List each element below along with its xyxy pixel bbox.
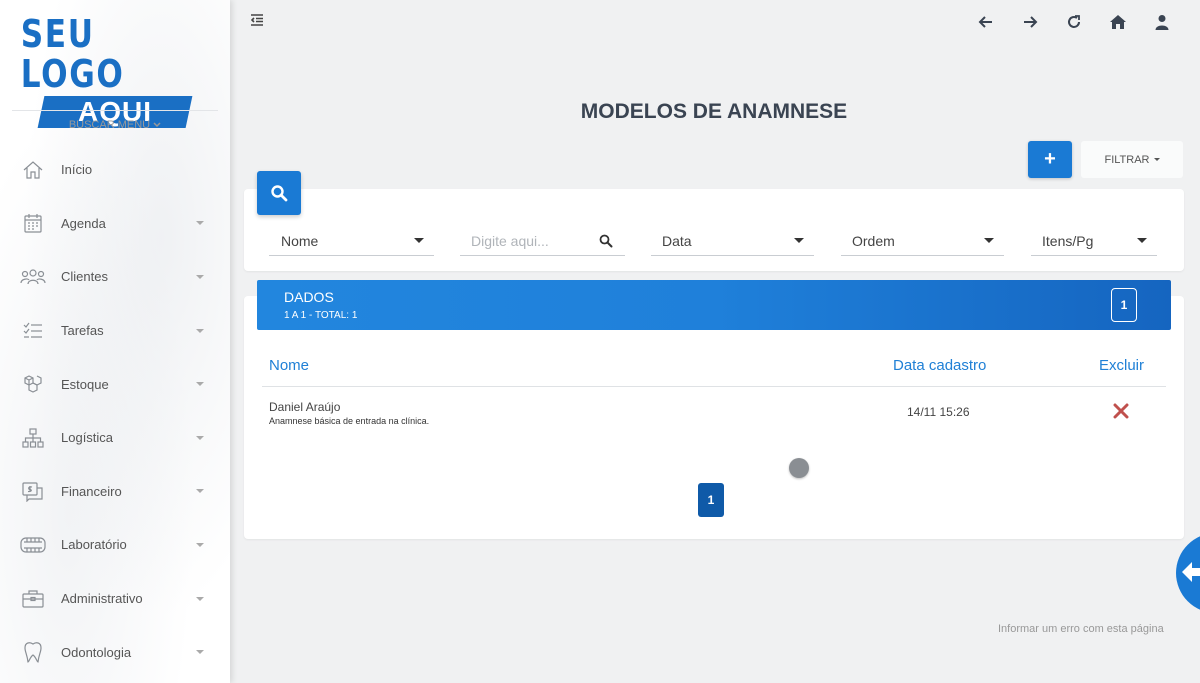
tasks-icon — [20, 318, 46, 344]
row-date: 14/11 15:26 — [907, 405, 970, 419]
logo[interactable]: SEU LOGO AQUI — [0, 0, 230, 128]
sidebar-item-estoque[interactable]: Estoque — [0, 357, 230, 411]
search-input[interactable]: Digite aqui... — [460, 226, 625, 256]
sidebar-item-label: Agenda — [61, 215, 106, 231]
divider — [262, 386, 1166, 387]
sidebar-item-clientes[interactable]: Clientes — [0, 250, 230, 304]
users-icon — [20, 264, 46, 290]
caret-down-icon — [196, 221, 204, 226]
caret-down-icon — [196, 650, 204, 655]
home-icon[interactable] — [1106, 10, 1130, 34]
row-description: Anamnese básica de entrada na clínica. — [269, 416, 430, 426]
sidebar-item-label: Início — [61, 162, 93, 178]
sidebar-item-financeiro[interactable]: Financeiro — [0, 465, 230, 519]
sidebar-item-label: Estoque — [61, 376, 109, 392]
divider — [12, 110, 218, 111]
tooth-icon — [20, 639, 46, 665]
refresh-icon[interactable] — [1062, 10, 1086, 34]
caret-down-icon — [414, 238, 424, 243]
sidebar-item-agenda[interactable]: Agenda — [0, 197, 230, 251]
arrow-left-icon[interactable] — [974, 10, 998, 34]
search-icon — [599, 234, 613, 247]
home-icon — [20, 157, 46, 183]
chevron-down-icon — [153, 119, 161, 131]
search-button[interactable] — [257, 171, 301, 215]
logo-text-top: SEU LOGO — [20, 12, 125, 96]
sidebar-item-label: Clientes — [61, 269, 108, 285]
add-button[interactable]: + — [1028, 141, 1072, 178]
data-panel-count: 1 A 1 - TOTAL: 1 — [284, 310, 358, 321]
sidebar-item-label: Odontologia — [61, 644, 132, 660]
org-chart-icon — [20, 425, 46, 451]
sidebar-item-odontologia[interactable]: Odontologia — [0, 625, 230, 679]
boxes-icon — [20, 371, 46, 397]
data-panel-title: DADOS — [284, 289, 334, 305]
caret-down-icon — [196, 489, 204, 494]
briefcase-icon — [20, 586, 46, 612]
caret-down-icon — [196, 596, 204, 601]
sidebar-item-administrativo[interactable]: Administrativo — [0, 572, 230, 626]
sidebar-item-tarefas[interactable]: Tarefas — [0, 304, 230, 358]
date-select-label: Data — [662, 232, 692, 249]
items-per-page-select[interactable]: Itens/Pg — [1031, 226, 1157, 256]
order-select[interactable]: Ordem — [841, 226, 1004, 256]
sidebar: SEU LOGO AQUI BUSCAR MENU Início Agenda — [0, 0, 230, 683]
sidebar-item-label: Logística — [61, 430, 114, 446]
sidebar-item-label: Laboratório — [61, 537, 127, 553]
caret-down-icon — [196, 435, 204, 440]
page-title: MODELOS DE ANAMNESE — [580, 100, 848, 123]
search-placeholder: Digite aqui... — [471, 232, 549, 249]
data-panel-header: DADOS 1 A 1 - TOTAL: 1 1 — [257, 280, 1171, 330]
sidebar-item-logistica[interactable]: Logística — [0, 411, 230, 465]
pagination-page-button[interactable]: 1 — [698, 483, 724, 517]
report-error-link[interactable]: Informar um erro com esta página — [998, 623, 1164, 635]
sidebar-item-inicio[interactable]: Início — [0, 143, 230, 197]
filter-button[interactable]: FILTRAR — [1081, 141, 1183, 178]
caret-down-icon — [196, 382, 204, 387]
column-header-excluir: Excluir — [1099, 357, 1145, 374]
search-menu-toggle[interactable]: BUSCAR MENU — [0, 119, 230, 137]
column-header-data-cadastro[interactable]: Data cadastro — [893, 357, 986, 374]
caret-down-icon — [1137, 238, 1147, 243]
sidebar-menu: Início Agenda Clientes Tarefas Estoque L… — [0, 143, 230, 679]
order-select-label: Ordem — [852, 232, 895, 249]
search-icon — [271, 185, 288, 202]
money-icon — [20, 478, 46, 504]
caret-down-icon — [1153, 158, 1160, 161]
items-per-page-label: Itens/Pg — [1042, 232, 1094, 249]
calendar-icon — [20, 210, 46, 236]
caret-down-icon — [196, 542, 204, 547]
loading-indicator — [789, 458, 809, 478]
caret-down-icon — [794, 238, 804, 243]
dentures-icon — [20, 532, 46, 558]
sidebar-item-label: Financeiro — [61, 483, 122, 499]
sidebar-item-label: Administrativo — [61, 591, 143, 607]
name-field-label: Nome — [281, 232, 319, 249]
caret-down-icon — [196, 328, 204, 333]
column-header-nome[interactable]: Nome — [269, 357, 309, 374]
arrow-right-icon[interactable] — [1018, 10, 1042, 34]
user-icon[interactable] — [1150, 10, 1174, 34]
name-field-select[interactable]: Nome — [269, 226, 434, 256]
menu-toggle-icon[interactable] — [249, 12, 267, 30]
date-select[interactable]: Data — [651, 226, 814, 256]
filter-button-label: FILTRAR — [1104, 153, 1150, 166]
sidebar-item-laboratorio[interactable]: Laboratório — [0, 518, 230, 572]
side-panel-toggle[interactable] — [1176, 533, 1200, 613]
arrow-left-icon — [1182, 562, 1200, 582]
top-toolbar — [974, 10, 1174, 34]
row-name-link[interactable]: Daniel Araújo — [269, 400, 340, 414]
caret-down-icon — [196, 274, 204, 279]
sidebar-item-label: Tarefas — [61, 323, 104, 339]
search-menu-label: BUSCAR MENU — [68, 119, 151, 131]
page-indicator[interactable]: 1 — [1111, 288, 1137, 322]
delete-icon[interactable] — [1113, 403, 1129, 419]
caret-down-icon — [984, 238, 994, 243]
